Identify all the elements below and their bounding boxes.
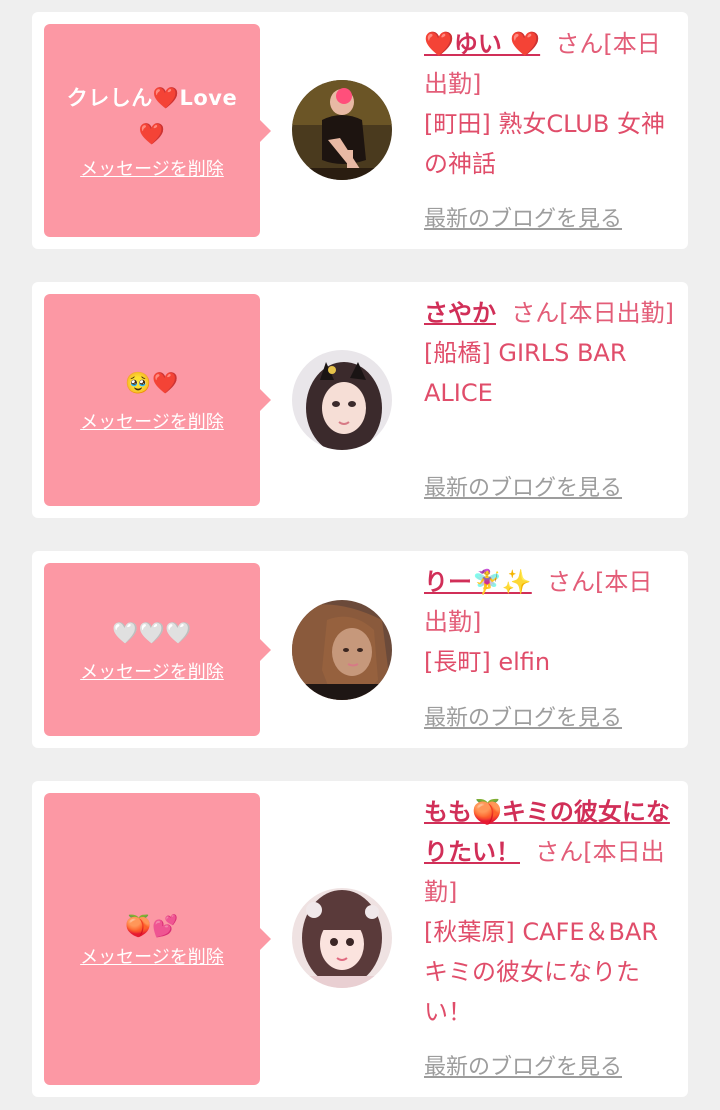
message-bubble: 🤍🤍🤍 メッセージを削除: [44, 563, 271, 736]
two-hearts-icon: 💕: [152, 914, 179, 938]
message-list: クレしん❤️Love ❤️ メッセージを削除 ❤️ゆい ❤️ さん[本日出勤] …: [0, 0, 720, 1110]
work-status: さん[本日出勤]: [511, 299, 674, 327]
message-bubble: クレしん❤️Love ❤️ メッセージを削除: [44, 24, 271, 237]
profile-info: もも🍑キミの彼女になりたい！ さん[本日出勤] [秋葉原] CAFE＆BAR キ…: [424, 792, 676, 1032]
avatar[interactable]: [292, 600, 392, 700]
latest-blog-link[interactable]: 最新のブログを見る: [424, 474, 622, 504]
delete-message-link[interactable]: メッセージを削除: [80, 946, 224, 970]
peach-icon: 🍑: [125, 914, 152, 938]
delete-message-link[interactable]: メッセージを削除: [80, 158, 224, 182]
delete-message-link[interactable]: メッセージを削除: [80, 411, 224, 435]
latest-blog-link[interactable]: 最新のブログを見る: [424, 1053, 622, 1083]
white-heart-icon: 🤍🤍🤍: [112, 620, 192, 645]
message-text: 🍑💕: [125, 908, 178, 944]
avatar[interactable]: [292, 80, 392, 180]
profile-name-link[interactable]: さやか: [424, 299, 496, 327]
profile-name-link[interactable]: ❤️ゆい ❤️: [424, 30, 540, 58]
message-bubble: 🥹❤️ メッセージを削除: [44, 294, 271, 506]
message-text: 🥹❤️: [125, 365, 178, 401]
girl-portrait-dark-dress-icon: [292, 80, 392, 180]
latest-blog-link[interactable]: 最新のブログを見る: [424, 205, 622, 235]
pleading-face-icon: 🥹: [125, 371, 152, 395]
girl-portrait-cat-ears-icon: [292, 350, 392, 450]
message-text: 🤍🤍🤍: [112, 615, 192, 651]
message-card: クレしん❤️Love ❤️ メッセージを削除 ❤️ゆい ❤️ さん[本日出勤] …: [32, 12, 688, 249]
shop-area: [長町]: [424, 648, 491, 676]
girl-portrait-brown-hair-icon: [292, 600, 392, 700]
heart-icon: ❤️: [138, 121, 166, 146]
profile-info: ❤️ゆい ❤️ さん[本日出勤] [町田] 熟女CLUB 女神の神話: [424, 24, 676, 184]
avatar[interactable]: [292, 888, 392, 988]
latest-blog-link[interactable]: 最新のブログを見る: [424, 704, 622, 734]
profile-info: りー🧚‍♀️✨ さん[本日出勤] [長町] elfin: [424, 562, 676, 682]
delete-message-link[interactable]: メッセージを削除: [80, 661, 224, 685]
shop-area: [船橋]: [424, 339, 491, 367]
profile-name-link[interactable]: りー🧚‍♀️✨: [424, 568, 532, 596]
avatar[interactable]: [292, 350, 392, 450]
message-bubble: 🍑💕 メッセージを削除: [44, 793, 271, 1085]
message-text: クレしん❤️Love ❤️: [66, 85, 238, 146]
message-card: 🤍🤍🤍 メッセージを削除 りー🧚‍♀️✨ さん[本日出勤] [長町] elfin…: [32, 551, 688, 748]
message-card: 🥹❤️ メッセージを削除 さやか さん[本日出勤] [船橋] GIRLS BAR…: [32, 282, 688, 518]
heart-icon: ❤️: [152, 85, 180, 110]
shop-area: [秋葉原]: [424, 918, 515, 946]
shop-name: elfin: [498, 648, 551, 676]
profile-info: さやか さん[本日出勤] [船橋] GIRLS BAR ALICE: [424, 293, 676, 413]
shop-area: [町田]: [424, 110, 491, 138]
girl-portrait-twin-tails-icon: [292, 888, 392, 988]
heart-icon: ❤️: [152, 371, 179, 395]
message-card: 🍑💕 メッセージを削除 もも🍑キミの彼女になりたい！ さん[本日出勤] [秋葉原…: [32, 781, 688, 1097]
